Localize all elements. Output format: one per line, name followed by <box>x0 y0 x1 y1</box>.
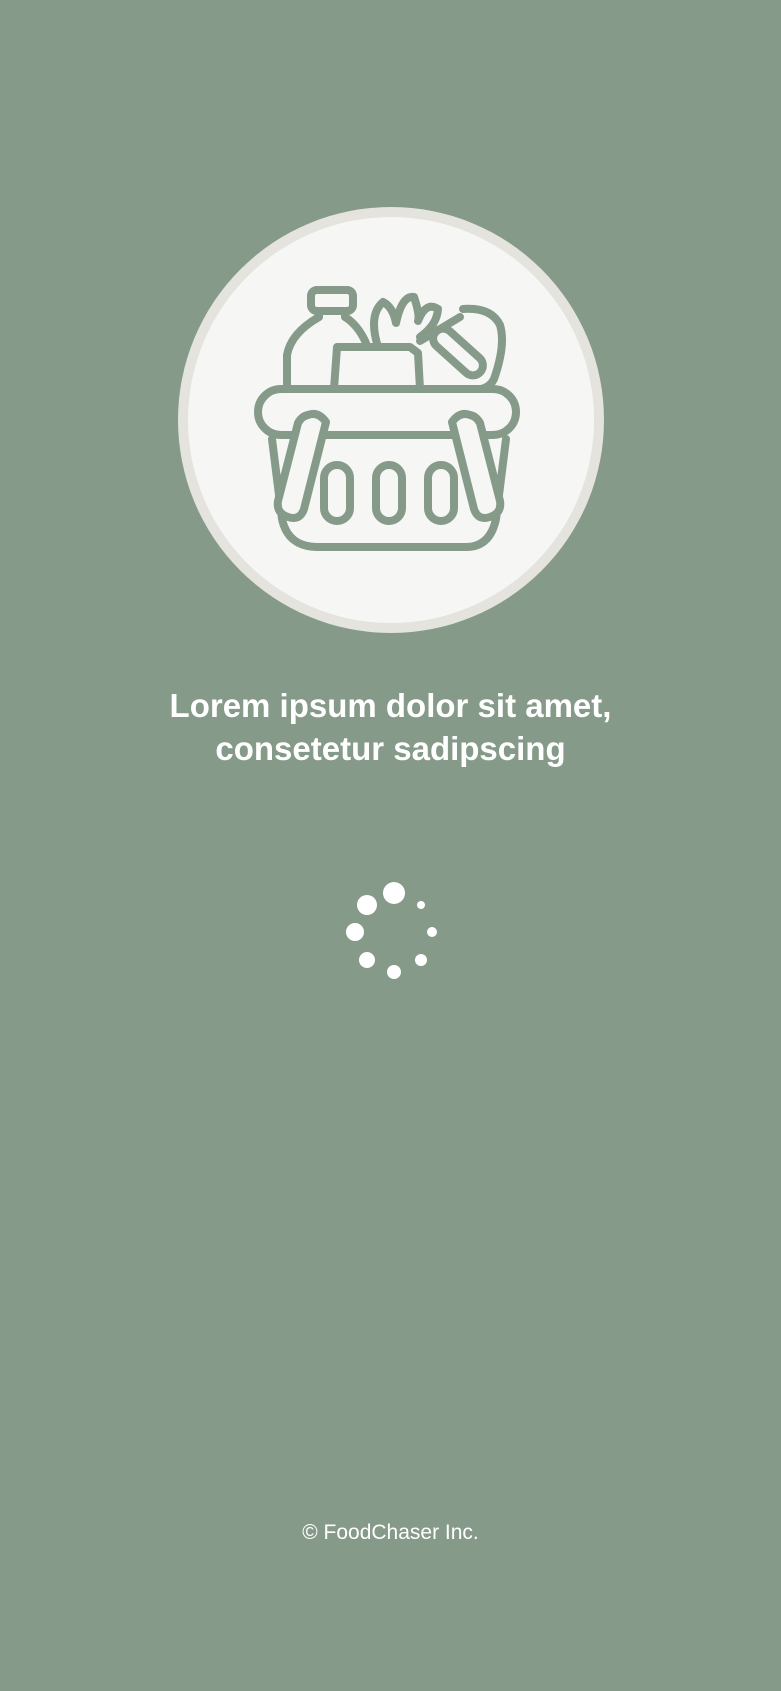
spinner-dot <box>383 882 405 904</box>
spinner-dot <box>357 895 377 915</box>
spinner-dot <box>427 927 437 937</box>
spinner-dot <box>417 901 425 909</box>
app-logo-inner <box>188 217 594 623</box>
spinner-dot <box>346 923 364 941</box>
spinner-dot <box>359 952 375 968</box>
splash-headline: Lorem ipsum dolor sit amet, consetetur s… <box>0 684 781 770</box>
spinner-dot <box>387 965 401 979</box>
app-logo <box>178 207 604 633</box>
spinner-dot <box>415 954 427 966</box>
copyright-text: © FoodChaser Inc. <box>302 1521 479 1544</box>
grocery-basket-icon <box>254 286 520 551</box>
loading-spinner-icon <box>346 882 437 979</box>
headline-line-1: Lorem ipsum dolor sit amet, <box>169 687 612 724</box>
splash-screen: Lorem ipsum dolor sit amet, consetetur s… <box>0 0 781 1691</box>
headline-line-2: consetetur sadipscing <box>215 730 566 767</box>
